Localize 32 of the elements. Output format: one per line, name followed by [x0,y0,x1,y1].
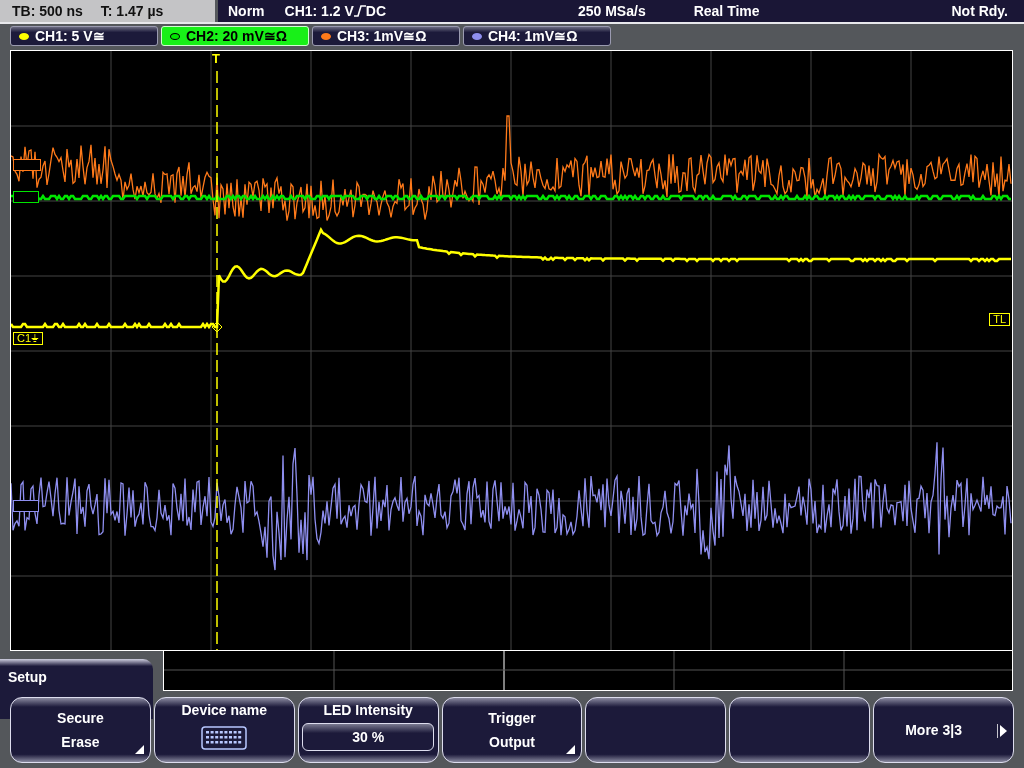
next-page-icon [997,724,1007,738]
softkey-button[interactable]: Secure Erase [10,697,151,763]
softkey-button[interactable]: Trigger Output [441,697,583,763]
submenu-corner-icon [134,745,144,754]
trigger-level-marker [211,321,223,333]
channel-tab[interactable]: CH4: 1mV≅Ω [463,26,611,46]
ground-label: C1⏚ [13,332,44,345]
softkey-button[interactable]: Device name [153,697,295,763]
acquisition-mode: Real Time [693,3,760,19]
led-intensity-value[interactable]: 30 % [302,723,435,751]
trigger-mode: Norm [228,3,265,19]
trigger-level-label: TL [989,313,1010,326]
acquisition-status: Not Rdy. [951,3,1008,19]
sample-rate: 250 MSa/s [577,3,646,19]
softkey-button[interactable] [585,697,727,763]
channel-level-marker [13,500,39,512]
submenu-corner-icon [566,745,576,754]
keyboard-icon [201,726,248,750]
trigger-coupling: DC [365,3,387,19]
channel-tab[interactable]: CH2: 20 mV≅Ω [161,26,309,46]
rising-edge-icon [353,5,366,17]
softkey-button[interactable]: More 3|3 [873,697,1014,763]
softkey-button[interactable] [729,697,871,763]
channel-level-marker [13,159,41,171]
channel-tab[interactable]: CH3: 1mV≅Ω [312,26,460,46]
channel-level-marker [13,191,39,203]
trigger-time-readout: T: 1.47 µs [100,3,164,19]
softkey-button[interactable]: LED Intensity 30 % [297,697,439,763]
trigger-source-level: CH1: 1.2 V [284,3,354,19]
timebase-readout: TB: 500 ns [12,3,83,19]
channel-tab[interactable]: CH1: 5 V≅ [10,26,158,46]
trigger-marker: T [211,53,221,64]
